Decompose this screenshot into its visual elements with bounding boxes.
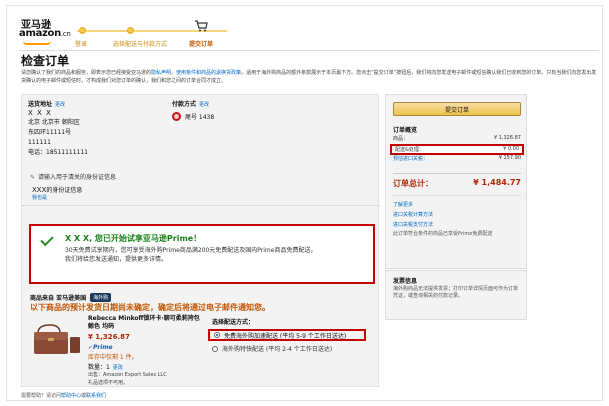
page-title: 检查订单: [21, 54, 70, 68]
intro-part-1: 请您确认了我们的商品和服务，即表示您已经接受亚马逊的: [21, 70, 152, 76]
prime-body-line-1: 30天免费试享期内，您可享受海外购Prime商品满200元免费配送及国内Prim…: [65, 247, 317, 254]
stock-status: 库存中仅剩 1 件。: [88, 354, 138, 361]
prime-trial-banner: X X X, 您已开始试享亚马逊Prime！ 30天免费试享期内，您可享受海外购…: [29, 224, 375, 284]
radio-selected[interactable]: [214, 332, 220, 338]
shipping-option-express-label: 海外购特快配送 (平均 2-4 个工作日送达): [222, 346, 333, 353]
prime-title: X X X, 您已开始试享亚马逊Prime！: [65, 234, 202, 243]
summary-duty[interactable]: 预估进口关税： ¥ 157.90: [393, 155, 521, 162]
invoice-notice: 发票信息 海外购商品无法提供发票；打印订单详情页面可作为订单凭证，或查询相关的付…: [385, 270, 527, 320]
address-line-2: 东四环11111号: [28, 129, 72, 136]
summary-divider-2: [393, 195, 521, 196]
id-info: XXX的身份证信息: [32, 185, 82, 194]
logo-smile-icon: [23, 41, 51, 45]
summary-divider: [393, 173, 521, 174]
payment-change-link[interactable]: 更改: [199, 102, 209, 108]
section-divider: [22, 205, 380, 206]
card-brand-icon: [172, 112, 181, 121]
summary-items-value: ¥ 1,326.87: [493, 135, 521, 141]
shipping-address: 送货地址 更改 X X X 北京 北京市 朝阳区 东四环11111号 111111…: [28, 99, 148, 158]
prime-badge: ✓Prime: [88, 344, 113, 351]
step-shipping[interactable]: 选择配送与付款方式: [113, 39, 167, 48]
address-change-link[interactable]: 更改: [55, 102, 65, 108]
address-label: 送货地址: [28, 101, 53, 108]
checkout-header: 亚马逊 amazon.cn 登录 选择配送与付款方式 提交订单: [19, 14, 599, 51]
step-dot-shipping: [127, 27, 134, 34]
id-prompt-text: 请输入用于清关的身份证信息: [38, 174, 117, 181]
terms-link[interactable]: 使用条件和商品的退换货政策: [176, 70, 241, 76]
summary-items-label: 商品：: [393, 136, 409, 142]
invoice-title: 发票信息: [393, 278, 418, 285]
pencil-icon: ✎: [30, 174, 36, 181]
payment-header: 付款方式 更改: [172, 99, 292, 108]
help-center-link[interactable]: 帮助中心: [61, 393, 81, 399]
payment-card: 尾号 1438: [172, 112, 292, 121]
place-order-button[interactable]: 提交订单: [393, 102, 521, 116]
product-price: ¥ 1,326.87: [88, 333, 130, 341]
order-total-value: ¥ 1,484.77: [473, 178, 521, 187]
overseas-tag: 海外购: [90, 293, 112, 302]
summary-duty-value: ¥ 157.90: [498, 155, 521, 161]
prime-shipping-note: 此订单符合条件的商品已享受Prime免费配送: [393, 231, 493, 237]
product-image[interactable]: [30, 319, 82, 357]
address-header: 送货地址 更改: [28, 99, 148, 108]
intro-text: 请您确认了我们的商品和服务，即表示您已经接受亚马逊的隐私声明、使用条件和商品的退…: [21, 69, 601, 85]
order-details-panel: 送货地址 更改 X X X 北京 北京市 朝阳区 东四环11111号 111111…: [21, 94, 380, 387]
address-phone: 电话：18511111111: [28, 149, 88, 156]
ship-date-warning: 以下商品的预计发货日期尚未确定，确定后将通过电子邮件通知您。: [30, 303, 270, 312]
gift-options: 礼品选项不可用。: [88, 380, 129, 386]
step-login[interactable]: 登录: [75, 39, 87, 48]
shipping-option-free-label: 免费海外购加速配送 (平均 5-9 个工作日送达): [224, 332, 347, 340]
shipping-option-free[interactable]: 免费海外购加速配送 (平均 5-9 个工作日送达): [208, 329, 366, 341]
page-frame: 亚马逊 amazon.cn 登录 选择配送与付款方式 提交订单 检查订单 请您确…: [6, 5, 603, 401]
footer-text: 需要帮助？请访问: [21, 393, 62, 399]
address-postcode: 111111: [28, 139, 51, 146]
step-place-order: 提交订单: [189, 41, 214, 48]
header-divider: [19, 50, 599, 51]
id-holder-name: XXX: [32, 186, 47, 194]
cart-icon: [195, 20, 208, 32]
id-prompt[interactable]: ✎ 请输入用于清关的身份证信息: [30, 172, 116, 181]
step-dot-login: [79, 27, 86, 34]
radio-unselected[interactable]: [212, 345, 218, 352]
prime-body: 30天免费试享期内，您可享受海外购Prime商品满200元免费配送及国内Prim…: [65, 246, 365, 264]
footer-help: 需要帮助？请访问帮助中心或联系我们: [21, 392, 106, 399]
check-icon: [40, 232, 54, 247]
logo-suffix: .cn: [60, 30, 71, 38]
summary-duty-label[interactable]: 预估进口关税：: [393, 155, 428, 162]
duty-calc-link[interactable]: 进口关税计算方法: [393, 211, 433, 218]
logo-wordmark: amazon: [19, 28, 61, 39]
quantity: 数量：1 更改: [88, 362, 123, 371]
seller-line: 商品来自 亚马逊美国 海外购: [30, 293, 112, 302]
payment-method: 付款方式 更改 尾号 1438: [172, 99, 292, 121]
prime-body-line-2: 我们将给您发送通知，提供更多详情。: [65, 256, 168, 263]
shipping-option-express[interactable]: 海外购特快配送 (平均 2-4 个工作日送达): [212, 344, 332, 353]
duty-pay-link[interactable]: 进口关税支付方法: [393, 221, 433, 228]
seller-text: 商品来自 亚马逊美国: [30, 295, 87, 302]
summary-items: 商品： ¥ 1,326.87: [393, 135, 521, 142]
learn-more-link[interactable]: 了解更多: [393, 201, 413, 208]
summary-shipping-label: 配送&处理：: [395, 147, 424, 153]
product-seller: 出售：Amazon Export Sales LLC: [88, 372, 167, 378]
contact-us-link[interactable]: 联系我们: [86, 393, 106, 399]
id-link[interactable]: 我也是: [32, 194, 47, 201]
order-summary-panel: 提交订单 订单概览 商品： ¥ 1,326.87 配送&处理： ¥ 0.00 预估进…: [385, 94, 527, 269]
summary-title: 订单概览: [393, 127, 418, 134]
summary-shipping-value: ¥ 0.00: [503, 146, 519, 152]
id-info-suffix: 的身份证信息: [46, 187, 83, 194]
invoice-body: 海外购商品无法提供发票；打印订单详情页面可作为订单凭证，或查询相关的付款记录。: [393, 286, 519, 299]
summary-shipping: 配送&处理： ¥ 0.00: [390, 144, 524, 155]
product-name[interactable]: Rebecca Minkoff锁环卡·聊可柔莉挎包 鲸色 均码: [88, 315, 206, 331]
privacy-link[interactable]: 隐私声明: [151, 70, 171, 76]
order-total: 订单总计： ¥ 1,484.77: [393, 178, 521, 189]
address-name: X X X: [28, 109, 52, 117]
shipping-options-title: 选择配送方式：: [212, 319, 255, 326]
amazon-logo[interactable]: amazon.cn: [19, 28, 71, 39]
address-line-1: 北京 北京市 朝阳区: [28, 119, 80, 126]
card-number: 尾号 1438: [185, 114, 215, 121]
quantity-label: 数量：1: [88, 364, 110, 371]
payment-label: 付款方式: [172, 101, 197, 108]
order-total-label: 订单总计：: [393, 179, 433, 188]
